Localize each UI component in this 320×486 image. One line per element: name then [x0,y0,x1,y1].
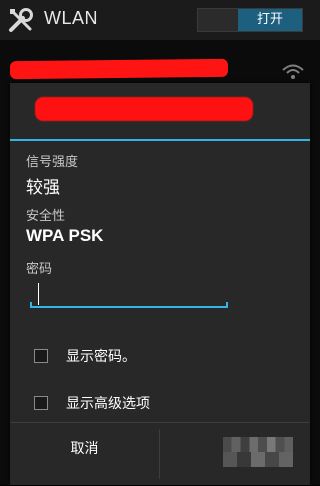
text-cursor [38,283,39,305]
redacted-dialog-title [35,97,253,121]
password-underline [30,306,228,308]
page-title: WLAN [44,8,99,28]
pixelated-button-label [223,437,293,467]
wlan-toggle[interactable]: 打开 [197,8,303,32]
security-label: 安全性 [26,209,66,224]
connect-button[interactable] [160,423,309,486]
signal-strength-value: 较强 [26,178,60,198]
tools-icon[interactable] [7,6,35,34]
advanced-options-row[interactable]: 显示高级选项 [34,393,294,417]
underline-left-tick [30,302,32,308]
wifi-icon [282,64,304,79]
password-label: 密码 [26,262,53,277]
action-bar: WLAN 打开 [0,0,320,40]
button-bar: 取消 [10,422,310,486]
show-password-row[interactable]: 显示密码。 [34,346,294,370]
advanced-options-checkbox[interactable] [34,396,48,410]
cancel-button[interactable]: 取消 [10,423,159,486]
security-value: WPA PSK [26,226,104,245]
underline-right-tick [226,302,228,308]
toggle-on-label: 打开 [238,9,302,31]
show-password-checkbox[interactable] [34,349,48,363]
show-password-label: 显示密码。 [66,349,136,365]
wifi-connect-dialog: 信号强度 较强 安全性 WPA PSK 密码 显示密码。 显示高级选项 取消 [10,83,310,485]
advanced-options-label: 显示高级选项 [66,396,150,412]
signal-strength-label: 信号强度 [26,155,79,170]
title-divider [10,139,310,141]
redacted-network-name [9,58,229,80]
password-field[interactable] [30,278,228,312]
